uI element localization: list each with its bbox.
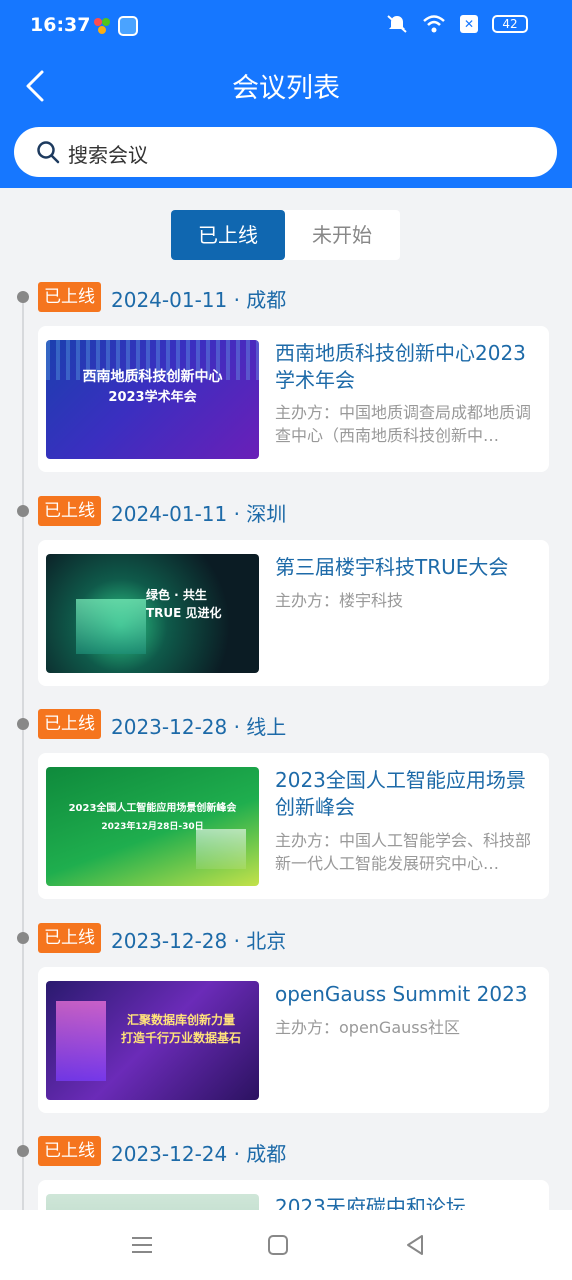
timeline-dot: [17, 505, 29, 517]
meeting-card[interactable]: 汇聚数据库创新力量 打造千行万业数据基石 openGauss Summit 20…: [38, 967, 549, 1113]
menu-icon[interactable]: [129, 1232, 155, 1258]
tab-online[interactable]: 已上线: [171, 210, 285, 260]
search-input[interactable]: 搜索会议: [14, 127, 557, 177]
home-icon[interactable]: [265, 1232, 291, 1258]
battery-indicator: 42: [492, 15, 528, 33]
thumbnail-subtitle: 2023学术年会: [108, 390, 197, 405]
back-nav-icon[interactable]: [402, 1232, 428, 1258]
thumbnail-subtitle: 打造千行万业数据基石: [120, 1031, 241, 1045]
timeline-dot: [17, 718, 29, 730]
meeting-card[interactable]: 绿色 · 共生 TRUE 见进化 第三届楼宇科技TRUE大会 主办方：楼宇科技: [38, 540, 549, 686]
status-badge: 已上线: [38, 1136, 101, 1166]
search-icon: [37, 141, 60, 164]
search-placeholder: 搜索会议: [68, 143, 148, 167]
meeting-thumbnail: 西南地质科技创新中心 2023学术年会: [46, 340, 259, 459]
timeline-dot: [17, 932, 29, 944]
thumbnail-title: 汇聚数据库创新力量: [126, 1013, 235, 1027]
app-notification-icon: [118, 16, 138, 36]
tab-not-started[interactable]: 未开始: [285, 210, 399, 260]
meeting-title: openGauss Summit 2023: [275, 982, 528, 1006]
meeting-date-location: 2023-12-24 · 成都: [111, 1142, 287, 1166]
meeting-title: 第三届楼宇科技TRUE大会: [275, 555, 509, 579]
status-tabs: 已上线 未开始: [171, 210, 400, 260]
thumbnail-title: 2023全国人工智能应用场景创新峰会: [68, 803, 237, 814]
app-header: 16:37 ✕ 42 会议列表 搜索会议: [0, 0, 572, 188]
meeting-date-location: 2023-12-28 · 北京: [111, 929, 287, 953]
thumbnail-title: 绿色 · 共生: [146, 588, 207, 602]
timeline-line: [22, 296, 24, 1216]
meeting-host: 主办方：中国地质调查局成都地质调查中心（西南地质科技创新中…: [275, 403, 532, 445]
meeting-host: 主办方：中国人工智能学会、科技部新一代人工智能发展研究中心…: [275, 831, 532, 873]
meeting-card[interactable]: 西南地质科技创新中心 2023学术年会 西南地质科技创新中心2023学术年会 主…: [38, 326, 549, 472]
meeting-host: 主办方：楼宇科技: [275, 591, 404, 610]
app-notification-icon: [94, 18, 110, 34]
meeting-date-location: 2023-12-28 · 线上: [111, 715, 287, 739]
sim-off-icon: ✕: [460, 15, 478, 33]
system-nav-bar: [0, 1210, 572, 1280]
meeting-thumbnail: 汇聚数据库创新力量 打造千行万业数据基石: [46, 981, 259, 1100]
timeline-dot: [17, 291, 29, 303]
status-badge: 已上线: [38, 709, 101, 739]
meeting-date-location: 2024-01-11 · 深圳: [111, 502, 287, 526]
timeline-dot: [17, 1145, 29, 1157]
status-badge: 已上线: [38, 923, 101, 953]
meeting-date-location: 2024-01-11 · 成都: [111, 288, 287, 312]
meeting-thumbnail: 绿色 · 共生 TRUE 见进化: [46, 554, 259, 673]
meeting-host: 主办方：openGauss社区: [275, 1018, 460, 1037]
wifi-icon: [423, 15, 445, 33]
status-time: 16:37: [30, 14, 91, 36]
thumbnail-decoration: [76, 599, 146, 654]
thumbnail-decoration: [196, 829, 246, 869]
meeting-title: 2023全国人工智能应用场景创新峰会: [275, 768, 526, 819]
status-bar: 16:37 ✕ 42: [0, 0, 572, 52]
mute-icon: [387, 15, 407, 33]
meeting-title: 西南地质科技创新中心2023学术年会: [275, 341, 526, 392]
meeting-thumbnail: 2023全国人工智能应用场景创新峰会 2023年12月28日-30日: [46, 767, 259, 886]
status-badge: 已上线: [38, 496, 101, 526]
status-badge: 已上线: [38, 282, 101, 312]
thumbnail-title: 西南地质科技创新中心: [82, 369, 223, 385]
meeting-card[interactable]: 2023全国人工智能应用场景创新峰会 2023年12月28日-30日 2023全…: [38, 753, 549, 899]
thumbnail-subtitle: TRUE 见进化: [146, 606, 222, 620]
thumbnail-decoration: [56, 1001, 106, 1081]
page-title: 会议列表: [232, 73, 340, 104]
